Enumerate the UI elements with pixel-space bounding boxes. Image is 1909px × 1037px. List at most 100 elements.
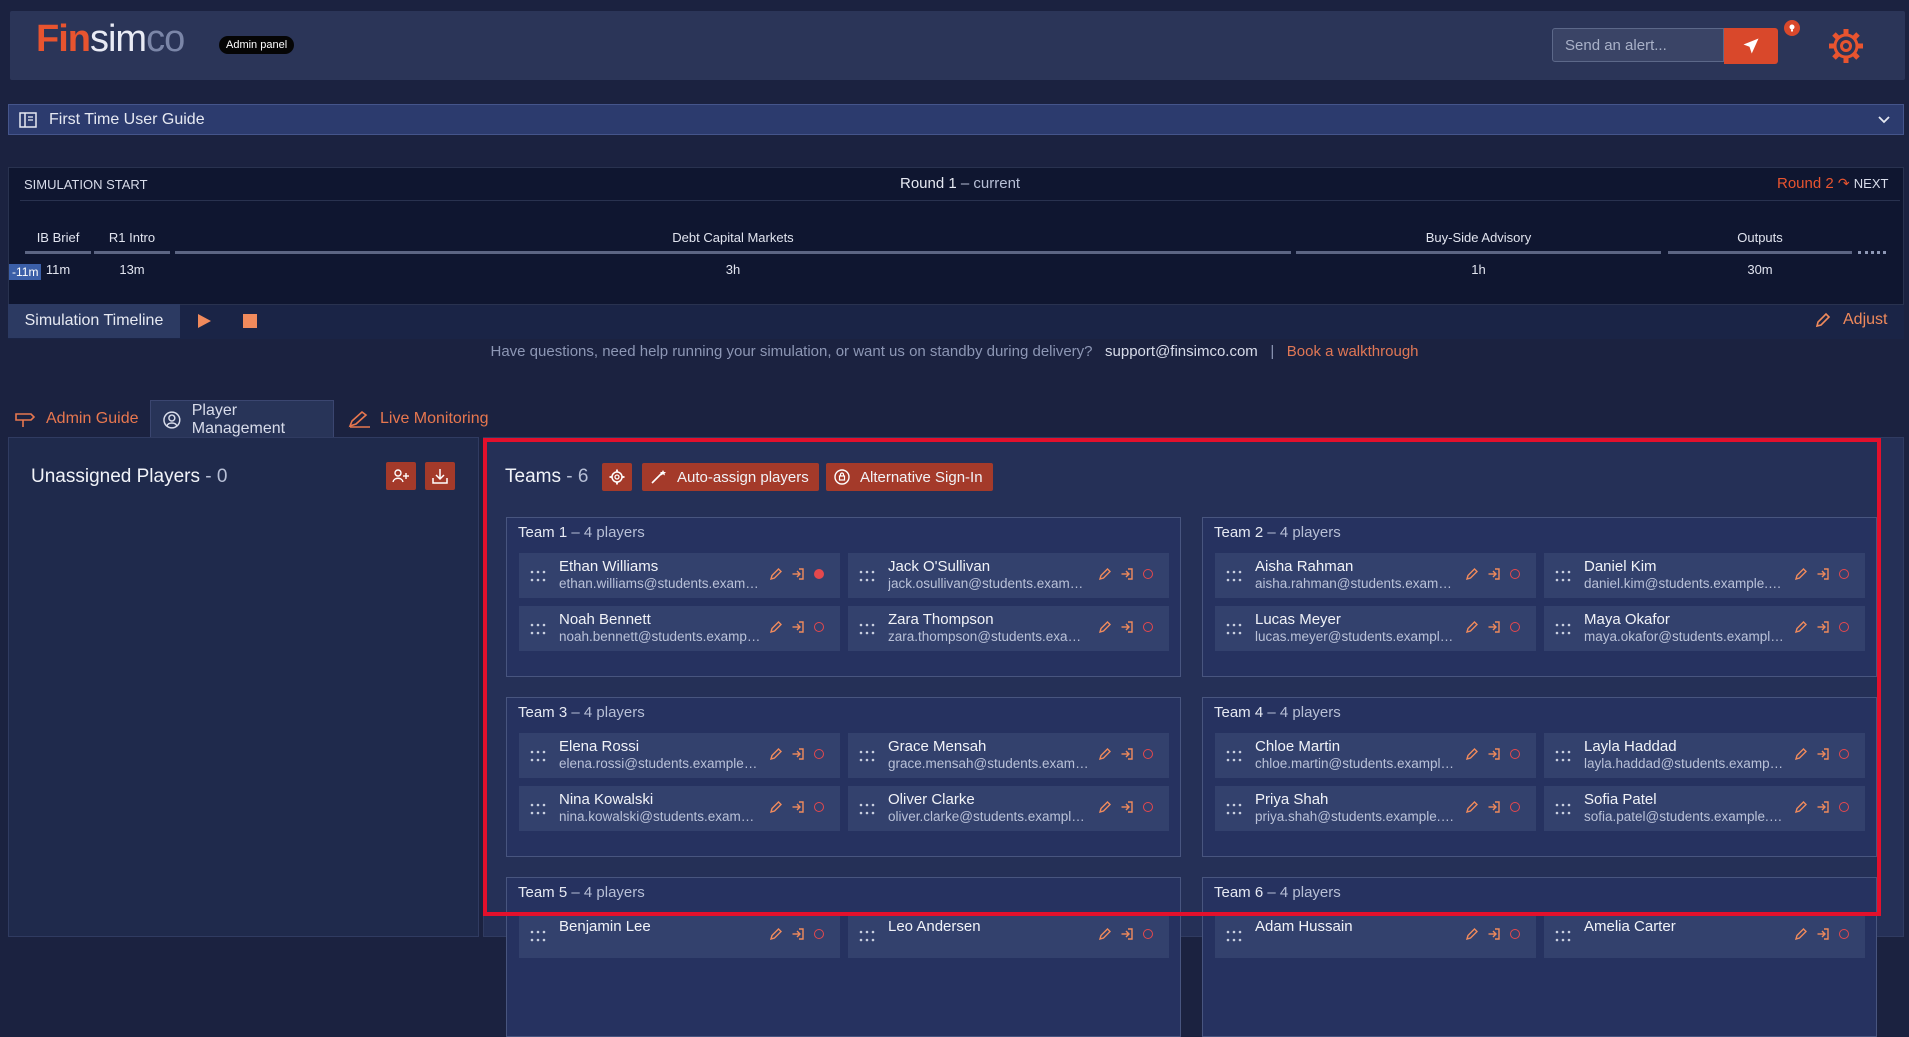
player-card[interactable]: Noah Bennett noah.bennett@students.exampl…	[519, 606, 840, 651]
add-player-button[interactable]	[386, 462, 416, 490]
login-as-player-icon[interactable]	[1816, 747, 1830, 766]
login-as-player-icon[interactable]	[791, 747, 805, 766]
login-as-player-icon[interactable]	[1816, 620, 1830, 639]
login-as-player-icon[interactable]	[1487, 620, 1501, 639]
alert-input[interactable]	[1552, 28, 1724, 62]
edit-pencil-icon[interactable]	[1794, 927, 1808, 946]
drag-handle-icon[interactable]	[859, 802, 875, 820]
auto-assign-players-button[interactable]: Auto-assign players	[642, 463, 819, 491]
login-as-player-icon[interactable]	[1816, 567, 1830, 586]
next-round-link[interactable]: Round 2 ↷ NEXT	[1777, 175, 1888, 192]
login-as-player-icon[interactable]	[1816, 800, 1830, 819]
edit-pencil-icon[interactable]	[769, 620, 783, 639]
drag-handle-icon[interactable]	[530, 749, 546, 767]
drag-handle-icon[interactable]	[530, 569, 546, 587]
edit-pencil-icon[interactable]	[1465, 800, 1479, 819]
player-card[interactable]: Jack O'Sullivan jack.osullivan@students.e…	[848, 553, 1169, 598]
drag-handle-icon[interactable]	[1226, 929, 1242, 947]
drag-handle-icon[interactable]	[1555, 749, 1571, 767]
login-as-player-icon[interactable]	[1120, 927, 1134, 946]
tab-live-monitoring[interactable]: Live Monitoring	[348, 400, 498, 438]
settings-gear-icon[interactable]	[1826, 26, 1866, 66]
drag-handle-icon[interactable]	[1555, 929, 1571, 947]
login-as-player-icon[interactable]	[791, 927, 805, 946]
support-email-link[interactable]: support@finsimco.com	[1105, 343, 1258, 360]
alternative-sign-in-button[interactable]: Alternative Sign-In	[826, 463, 993, 491]
edit-pencil-icon[interactable]	[1098, 567, 1112, 586]
player-card[interactable]: Daniel Kim daniel.kim@students.example.co…	[1544, 553, 1865, 598]
player-card[interactable]: Zara Thompson zara.thompson@students.exam…	[848, 606, 1169, 651]
drag-handle-icon[interactable]	[1226, 749, 1242, 767]
edit-pencil-icon[interactable]	[1098, 927, 1112, 946]
edit-pencil-icon[interactable]	[1794, 747, 1808, 766]
drag-handle-icon[interactable]	[1226, 622, 1242, 640]
download-players-button[interactable]	[425, 462, 455, 490]
player-card[interactable]: Grace Mensah grace.mensah@students.exampl…	[848, 733, 1169, 778]
first-time-user-guide-bar[interactable]: First Time User Guide	[8, 104, 1904, 135]
drag-handle-icon[interactable]	[859, 569, 875, 587]
player-card[interactable]: Maya Okafor maya.okafor@students.example.…	[1544, 606, 1865, 651]
player-card[interactable]: Elena Rossi elena.rossi@students.example.…	[519, 733, 840, 778]
edit-pencil-icon[interactable]	[1465, 927, 1479, 946]
book-walkthrough-link[interactable]: Book a walkthrough	[1287, 343, 1419, 360]
stop-icon[interactable]	[243, 314, 257, 328]
edit-pencil-icon[interactable]	[1098, 800, 1112, 819]
drag-handle-icon[interactable]	[1226, 802, 1242, 820]
drag-handle-icon[interactable]	[530, 622, 546, 640]
player-card[interactable]: Sofia Patel sofia.patel@students.example.…	[1544, 786, 1865, 831]
edit-pencil-icon[interactable]	[1465, 620, 1479, 639]
player-card[interactable]: Benjamin Lee	[519, 913, 840, 958]
login-as-player-icon[interactable]	[1487, 747, 1501, 766]
edit-pencil-icon[interactable]	[769, 747, 783, 766]
login-as-player-icon[interactable]	[791, 620, 805, 639]
player-card[interactable]: Aisha Rahman aisha.rahman@students.exampl…	[1215, 553, 1536, 598]
drag-handle-icon[interactable]	[859, 929, 875, 947]
login-as-player-icon[interactable]	[1120, 567, 1134, 586]
login-as-player-icon[interactable]	[791, 800, 805, 819]
player-card[interactable]: Oliver Clarke oliver.clarke@students.exam…	[848, 786, 1169, 831]
drag-handle-icon[interactable]	[530, 802, 546, 820]
drag-handle-icon[interactable]	[1226, 569, 1242, 587]
edit-pencil-icon[interactable]	[769, 927, 783, 946]
teams-settings-button[interactable]	[602, 463, 632, 491]
player-card[interactable]: Adam Hussain	[1215, 913, 1536, 958]
player-card[interactable]: Chloe Martin chloe.martin@students.exampl…	[1215, 733, 1536, 778]
login-as-player-icon[interactable]	[1120, 620, 1134, 639]
edit-pencil-icon[interactable]	[1794, 800, 1808, 819]
tab-admin-guide[interactable]: Admin Guide	[14, 400, 144, 438]
edit-pencil-icon[interactable]	[1098, 747, 1112, 766]
drag-handle-icon[interactable]	[1555, 622, 1571, 640]
edit-pencil-icon[interactable]	[1794, 567, 1808, 586]
player-card[interactable]: Layla Haddad layla.haddad@students.exampl…	[1544, 733, 1865, 778]
drag-handle-icon[interactable]	[859, 622, 875, 640]
drag-handle-icon[interactable]	[1555, 802, 1571, 820]
player-card[interactable]: Leo Andersen	[848, 913, 1169, 958]
edit-pencil-icon[interactable]	[1465, 567, 1479, 586]
login-as-player-icon[interactable]	[1487, 567, 1501, 586]
edit-pencil-icon[interactable]	[1794, 620, 1808, 639]
drag-handle-icon[interactable]	[530, 929, 546, 947]
login-as-player-icon[interactable]	[1120, 747, 1134, 766]
login-as-player-icon[interactable]	[791, 567, 805, 586]
chevron-down-icon[interactable]	[1877, 113, 1891, 127]
drag-handle-icon[interactable]	[859, 749, 875, 767]
tab-player-management[interactable]: Player Management	[150, 400, 334, 438]
edit-pencil-icon[interactable]	[769, 800, 783, 819]
player-card[interactable]: Nina Kowalski nina.kowalski@students.exam…	[519, 786, 840, 831]
edit-pencil-icon[interactable]	[1098, 620, 1112, 639]
login-as-player-icon[interactable]	[1816, 927, 1830, 946]
finsimco-logo[interactable]: Finsimco	[36, 18, 185, 61]
login-as-player-icon[interactable]	[1487, 927, 1501, 946]
player-card[interactable]: Amelia Carter	[1544, 913, 1865, 958]
player-card[interactable]: Priya Shah priya.shah@students.example.co…	[1215, 786, 1536, 831]
notification-bulb-icon[interactable]	[1784, 20, 1800, 36]
play-icon[interactable]	[196, 313, 212, 329]
login-as-player-icon[interactable]	[1120, 800, 1134, 819]
login-as-player-icon[interactable]	[1487, 800, 1501, 819]
send-alert-button[interactable]	[1724, 28, 1778, 64]
player-card[interactable]: Lucas Meyer lucas.meyer@students.example.…	[1215, 606, 1536, 651]
edit-pencil-icon[interactable]	[769, 567, 783, 586]
drag-handle-icon[interactable]	[1555, 569, 1571, 587]
adjust-timeline-button[interactable]: Adjust	[1815, 311, 1887, 329]
edit-pencil-icon[interactable]	[1465, 747, 1479, 766]
